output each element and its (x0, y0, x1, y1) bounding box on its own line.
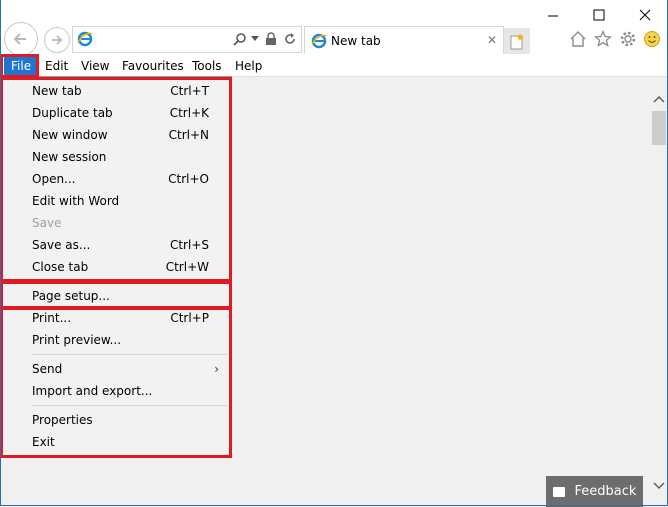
menu-view[interactable]: View (74, 56, 116, 76)
menu-item-shortcut: Ctrl+N (168, 128, 209, 142)
menu-item-label: Edit with Word (32, 194, 120, 208)
back-icon (13, 33, 26, 45)
chevron-right-icon: › (214, 362, 219, 376)
forward-button[interactable] (44, 27, 70, 53)
scroll-down-button[interactable] (651, 478, 667, 494)
favorites-button[interactable] (593, 29, 613, 49)
menu-item-label: Print... (32, 311, 72, 325)
menu-item-send[interactable]: Send › (3, 358, 231, 380)
menu-item-properties[interactable]: Properties (3, 409, 231, 431)
menu-item-save-as[interactable]: Save as... Ctrl+S (3, 234, 231, 256)
menu-item-edit-with-word[interactable]: Edit with Word (3, 190, 231, 212)
menu-item-open[interactable]: Open... Ctrl+O (3, 168, 231, 190)
menu-bar: File Edit View Favourites Tools Help (0, 56, 668, 77)
menu-help[interactable]: Help (228, 56, 269, 76)
smiley-icon (644, 31, 660, 47)
menu-item-label: Duplicate tab (32, 106, 113, 120)
new-tab-icon (510, 33, 524, 50)
menu-item-label: Import and export... (32, 384, 153, 398)
feedback-smiley-button[interactable] (642, 29, 662, 49)
address-bar[interactable] (72, 26, 302, 53)
menu-item-label: Exit (32, 435, 55, 449)
chevron-up-icon (653, 95, 665, 103)
menu-item-shortcut: Ctrl+P (170, 311, 209, 325)
menu-tools[interactable]: Tools (185, 56, 229, 76)
menu-item-label: New tab (32, 84, 82, 98)
menu-file[interactable]: File (4, 56, 39, 76)
menu-item-label: Open... (32, 172, 76, 186)
menu-item-new-window[interactable]: New window Ctrl+N (3, 124, 231, 146)
menu-item-label: Close tab (32, 260, 89, 274)
minimize-icon (548, 15, 558, 17)
menu-item-save: Save (3, 212, 231, 234)
menu-item-label: Save as... (32, 238, 91, 252)
menu-item-label: New session (32, 150, 107, 164)
home-button[interactable] (568, 29, 588, 49)
feedback-button[interactable]: Feedback (546, 476, 643, 507)
menu-item-print[interactable]: Print... Ctrl+P (3, 307, 231, 329)
internet-explorer-icon (77, 31, 93, 47)
maximize-icon (593, 9, 605, 21)
tab-label: New tab (331, 34, 381, 48)
forward-icon (52, 35, 63, 45)
tab-new-tab[interactable]: New tab ✕ (304, 26, 504, 54)
message-icon (552, 486, 565, 497)
menu-item-shortcut: Ctrl+W (165, 260, 209, 274)
menu-item-label: Send (32, 362, 63, 376)
search-icon[interactable] (233, 32, 247, 46)
file-menu-dropdown: New tab Ctrl+T Duplicate tab Ctrl+K New … (2, 76, 232, 458)
chevron-down-icon[interactable] (251, 36, 259, 42)
chevron-down-icon (653, 482, 665, 490)
menu-item-label: Save (32, 216, 62, 230)
menu-item-new-tab[interactable]: New tab Ctrl+T (3, 80, 231, 102)
scroll-up-button[interactable] (651, 91, 667, 107)
menu-favourites[interactable]: Favourites (115, 56, 191, 76)
menu-item-duplicate-tab[interactable]: Duplicate tab Ctrl+K (3, 102, 231, 124)
menu-item-label: Properties (32, 413, 93, 427)
close-icon (639, 9, 651, 21)
menu-item-shortcut: Ctrl+T (170, 84, 209, 98)
back-button[interactable] (4, 22, 38, 56)
close-tab-icon[interactable]: ✕ (487, 33, 497, 47)
menu-item-import-export[interactable]: Import and export... (3, 380, 231, 402)
menu-separator (31, 354, 227, 355)
menu-item-label: Page setup... (32, 289, 110, 303)
menu-item-page-setup[interactable]: Page setup... (3, 285, 231, 307)
menu-item-shortcut: Ctrl+O (168, 172, 209, 186)
menu-edit[interactable]: Edit (38, 56, 75, 76)
lock-icon (266, 32, 276, 45)
star-icon (594, 30, 612, 47)
refresh-icon[interactable] (283, 32, 297, 46)
menu-item-new-session[interactable]: New session (3, 146, 231, 168)
menu-item-label: Print preview... (32, 333, 122, 347)
settings-button[interactable] (618, 29, 638, 49)
home-icon (570, 31, 586, 47)
feedback-label: Feedback (574, 484, 637, 499)
new-tab-button[interactable] (504, 28, 530, 54)
menu-item-label: New window (32, 128, 108, 142)
internet-explorer-icon (311, 33, 327, 49)
menu-item-shortcut: Ctrl+K (169, 106, 209, 120)
gear-icon (620, 31, 636, 47)
menu-item-close-tab[interactable]: Close tab Ctrl+W (3, 256, 231, 278)
scroll-thumb[interactable] (652, 111, 666, 145)
menu-separator (31, 281, 227, 282)
menu-item-shortcut: Ctrl+S (169, 238, 209, 252)
menu-item-exit[interactable]: Exit (3, 431, 231, 453)
menu-item-print-preview[interactable]: Print preview... (3, 329, 231, 351)
menu-separator (31, 405, 227, 406)
